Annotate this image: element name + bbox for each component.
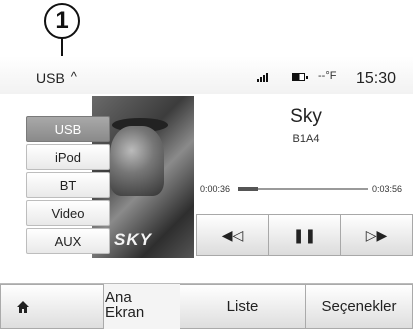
source-item-label: USB [54,121,82,137]
source-list: USB iPod BT Video AUX [26,116,110,256]
pause-icon: ❚❚ [292,226,317,243]
progress-fill [238,187,258,191]
time-elapsed: 0:00:36 [200,184,231,194]
next-track-button[interactable]: ▷▶ [341,214,413,256]
source-item-aux[interactable]: AUX [26,228,110,254]
playback-controls: ◀◁ ❚❚ ▷▶ [196,214,413,256]
source-item-bt[interactable]: BT [26,172,110,198]
source-item-video[interactable]: Video [26,200,110,226]
options-button-label: Seçenekler [321,298,397,315]
time-total: 0:03:56 [372,184,403,194]
callout-marker: 1 [44,3,80,39]
chevron-up-icon: ^ [70,68,77,84]
source-item-label: iPod [54,149,82,165]
progress-bar[interactable] [238,187,368,191]
home-label: Ana Ekran [105,289,145,321]
list-button-label: Liste [226,298,259,315]
source-item-label: AUX [54,233,82,249]
track-title: Sky [290,106,322,127]
album-art-figure [110,126,164,196]
source-item-ipod[interactable]: iPod [26,144,110,170]
source-selector-label: USB [36,70,65,86]
options-button[interactable]: Seçenekler [306,284,413,329]
album-art-text: SKY [114,230,152,249]
pause-button[interactable]: ❚❚ [269,214,341,256]
fast-forward-icon: ▷▶ [365,226,388,243]
temperature-readout: --°F [318,70,337,82]
list-button[interactable]: Liste [180,284,306,329]
source-selector[interactable]: USB ^ [36,68,77,87]
source-item-label: Video [51,205,85,221]
source-item-usb[interactable]: USB [26,116,110,142]
home-icon [1,292,45,322]
rewind-icon: ◀◁ [221,226,244,243]
previous-track-button[interactable]: ◀◁ [196,214,269,256]
track-artist: B1A4 [292,133,320,145]
callout-number: 1 [55,7,69,34]
media-screen: USB ^ --°F 15:30 SKY USB iPod BT Video A… [0,56,413,329]
clock: 15:30 [356,70,397,87]
source-item-label: BT [59,177,77,193]
battery-icon [292,73,308,81]
bottom-bar: Liste Seçenekler Ana Ekran [0,283,413,329]
signal-icon [257,73,268,82]
status-bar: USB ^ --°F 15:30 [0,56,413,94]
home-button[interactable] [0,284,104,329]
